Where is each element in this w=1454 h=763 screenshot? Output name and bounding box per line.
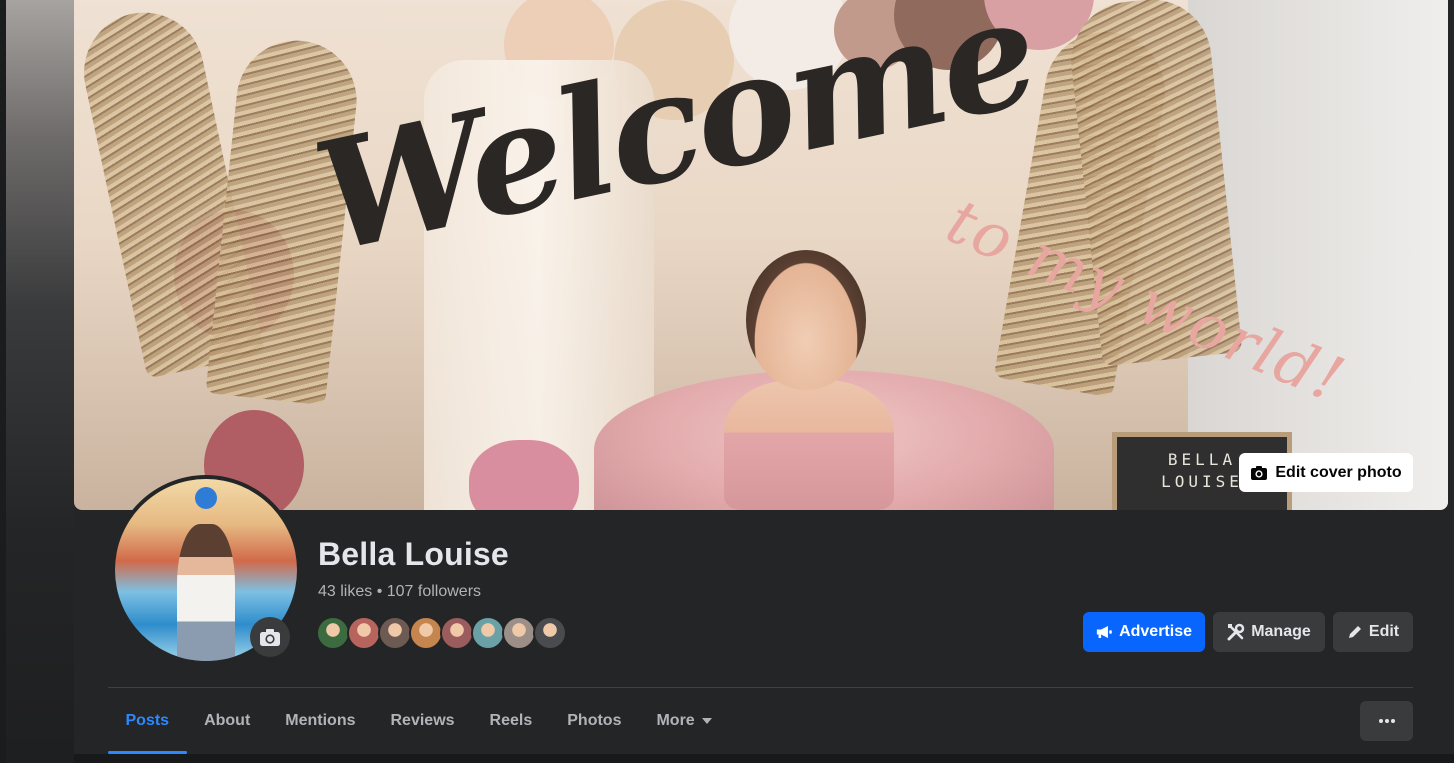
profile-picture-child [177,524,235,661]
follower-avatar[interactable] [316,616,350,650]
tab-label: Reels [489,712,533,729]
follower-avatar[interactable] [440,616,474,650]
tools-icon [1227,623,1245,641]
likes-followers-count[interactable]: 43 likes • 107 followers [318,583,481,601]
camera-icon [260,628,280,646]
page-bottom-edge [74,754,1454,763]
tab-label: Posts [125,712,170,729]
edit-button[interactable]: Edit [1333,612,1413,652]
tab-more[interactable]: More [639,688,729,754]
follower-avatar[interactable] [347,616,381,650]
tab-posts[interactable]: Posts [108,688,187,754]
follower-avatars[interactable] [316,616,567,650]
ellipsis-icon [1378,719,1395,723]
follower-avatar[interactable] [502,616,536,650]
follower-avatar[interactable] [533,616,567,650]
more-options-button[interactable] [1360,701,1413,741]
advertise-label: Advertise [1119,623,1192,640]
follower-avatar[interactable] [378,616,412,650]
page-tabs: Posts About Mentions Reviews Reels Photo… [108,688,729,754]
follower-avatar[interactable] [471,616,505,650]
cover-headline: Welcome [301,0,1049,287]
tab-reviews[interactable]: Reviews [373,688,472,754]
cover-baby-head [746,250,866,390]
tab-label: About [204,712,251,729]
advertise-button[interactable]: Advertise [1083,612,1205,652]
megaphone-icon [1096,626,1112,638]
profile-picture-ball [195,487,217,509]
teddy-bear [469,440,579,510]
left-background-strip [0,0,74,763]
tab-photos[interactable]: Photos [550,688,639,754]
tab-label: Photos [567,712,622,729]
follower-avatar[interactable] [409,616,443,650]
tab-label: Reviews [390,712,455,729]
page-title: Bella Louise [318,536,509,572]
tab-reels[interactable]: Reels [472,688,550,754]
manage-label: Manage [1251,623,1311,640]
tab-label: Mentions [285,712,356,729]
tab-about[interactable]: About [187,688,268,754]
caret-down-icon [701,718,712,724]
cover-photo[interactable]: Welcome to my world! BELLA LOUISE [74,0,1448,510]
cover-baby [724,380,894,510]
pencil-icon [1348,626,1361,638]
edit-label: Edit [1368,623,1400,640]
update-profile-picture-button[interactable] [250,617,290,657]
tab-label: More [656,712,695,729]
tab-mentions[interactable]: Mentions [268,688,373,754]
edit-cover-photo-button[interactable]: Edit cover photo [1239,453,1413,492]
camera-icon [1251,465,1268,480]
edit-cover-photo-label: Edit cover photo [1275,463,1402,481]
manage-button[interactable]: Manage [1213,612,1325,652]
page-actions: Advertise Manage Edit [1083,612,1413,652]
